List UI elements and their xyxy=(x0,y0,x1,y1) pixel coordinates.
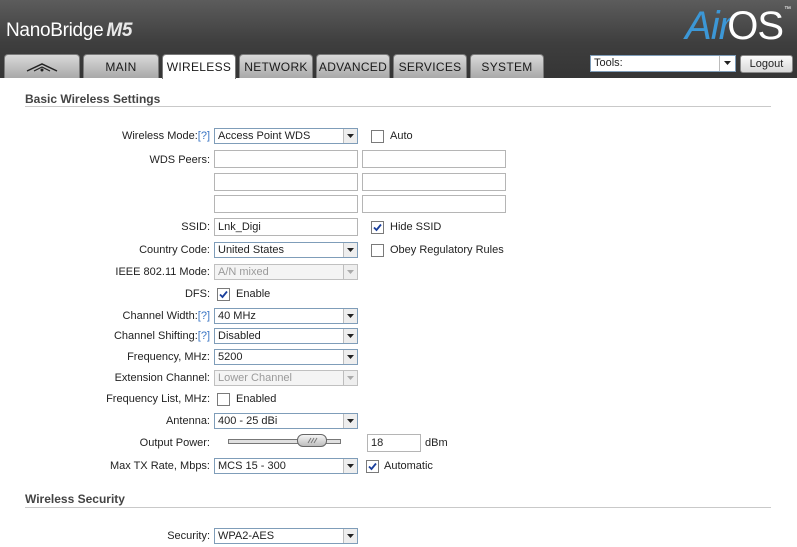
chevron-down-icon xyxy=(343,350,357,364)
chevron-down-icon[interactable] xyxy=(719,56,735,71)
airos-air-text: Air xyxy=(685,4,732,48)
chevron-down-icon xyxy=(343,265,357,279)
obey-regulatory-checkbox[interactable] xyxy=(371,244,384,257)
tab-network[interactable]: NETWORK xyxy=(239,54,313,78)
channel-width-help-link[interactable]: [?] xyxy=(198,310,210,322)
extension-channel-select: Lower Channel xyxy=(214,370,358,386)
device-brand: NanoBridge M5 xyxy=(6,20,132,42)
automatic-label: Automatic xyxy=(384,460,433,472)
frequency-list-checkbox[interactable] xyxy=(217,393,230,406)
checkmark-icon xyxy=(368,462,377,471)
country-code-label: Country Code: xyxy=(139,244,210,256)
frequency-select[interactable]: 5200 xyxy=(214,349,358,365)
obey-regulatory-label: Obey Regulatory Rules xyxy=(390,244,504,256)
brand-name: NanoBridge xyxy=(6,20,104,41)
wds-peer-input-2[interactable] xyxy=(362,150,506,168)
dfs-label: DFS: xyxy=(184,288,210,300)
channel-width-select[interactable]: 40 MHz xyxy=(214,308,358,324)
output-power-input[interactable]: 18 xyxy=(367,434,421,452)
checkmark-icon xyxy=(373,223,382,232)
max-tx-rate-label: Max TX Rate, Mbps: xyxy=(109,460,210,472)
security-select[interactable]: WPA2-AES xyxy=(214,528,358,544)
tab-advanced[interactable]: ADVANCED xyxy=(316,54,390,78)
section-divider xyxy=(25,507,771,508)
tab-ubiquiti-logo[interactable] xyxy=(4,54,80,78)
tab-system[interactable]: SYSTEM xyxy=(470,54,544,78)
tab-main[interactable]: MAIN xyxy=(83,54,159,78)
hide-ssid-label: Hide SSID xyxy=(390,221,442,233)
chevron-down-icon xyxy=(343,329,357,343)
output-power-unit: dBm xyxy=(425,437,448,449)
wireless-mode-help-link[interactable]: [?] xyxy=(198,130,210,142)
channel-shifting-label: Channel Shifting:[?] xyxy=(113,330,210,342)
channel-shifting-help-link[interactable]: [?] xyxy=(198,330,210,342)
ssid-label: SSID: xyxy=(181,221,210,233)
wds-peers-label: WDS Peers: xyxy=(149,154,210,166)
output-power-label: Output Power: xyxy=(139,437,210,449)
wds-peer-input-6[interactable] xyxy=(362,195,506,213)
tab-wireless[interactable]: WIRELESS xyxy=(162,54,236,79)
basic-wireless-heading: Basic Wireless Settings xyxy=(25,92,161,106)
logout-button[interactable]: Logout xyxy=(740,55,793,73)
hide-ssid-checkbox[interactable] xyxy=(371,221,384,234)
airos-logo: Air OS ™ xyxy=(663,4,791,48)
dfs-enable-label: Enable xyxy=(236,288,271,300)
wireless-security-heading: Wireless Security xyxy=(25,492,125,506)
frequency-list-enabled-label: Enabled xyxy=(236,393,277,405)
grip-icon xyxy=(307,437,318,444)
wireless-mode-label: Wireless Mode:[?] xyxy=(121,130,210,142)
tab-services[interactable]: SERVICES xyxy=(393,54,467,78)
ieee-mode-select: A/N mixed xyxy=(214,264,358,280)
tools-select[interactable]: Tools: xyxy=(590,55,736,72)
channel-width-label: Channel Width:[?] xyxy=(122,310,210,322)
top-header: NanoBridge M5 Air OS ™ MAIN WIRELESS NETW… xyxy=(0,0,797,79)
chevron-down-icon xyxy=(343,129,357,143)
security-label: Security: xyxy=(167,530,210,542)
chevron-down-icon xyxy=(343,371,357,385)
wds-peer-input-5[interactable] xyxy=(214,195,358,213)
tools-select-value: Tools: xyxy=(594,57,623,69)
section-divider xyxy=(25,106,771,107)
wds-peer-input-1[interactable] xyxy=(214,150,358,168)
ieee-mode-label: IEEE 802.11 Mode: xyxy=(115,266,210,278)
wireless-mode-select[interactable]: Access Point WDS xyxy=(214,128,358,144)
extension-channel-label: Extension Channel: xyxy=(114,372,210,384)
chevron-down-icon xyxy=(343,529,357,543)
auto-checkbox[interactable] xyxy=(371,130,384,143)
frequency-label: Frequency, MHz: xyxy=(127,351,210,363)
checkmark-icon xyxy=(219,290,228,299)
auto-label: Auto xyxy=(390,130,413,142)
country-code-select[interactable]: United States xyxy=(214,242,358,258)
antenna-label: Antenna: xyxy=(165,415,210,427)
chevron-down-icon xyxy=(343,243,357,257)
brand-model: M5 xyxy=(106,20,133,41)
chevron-down-icon xyxy=(343,309,357,323)
ssid-input[interactable]: Lnk_Digi xyxy=(214,218,358,236)
max-tx-rate-select[interactable]: MCS 15 - 300 xyxy=(214,458,358,474)
airos-os-text: OS xyxy=(727,4,784,48)
wds-peer-input-4[interactable] xyxy=(362,173,506,191)
trademark-symbol: ™ xyxy=(784,6,791,13)
channel-shifting-select[interactable]: Disabled xyxy=(214,328,358,344)
chevron-down-icon xyxy=(343,414,357,428)
main-tabs: MAIN WIRELESS NETWORK ADVANCED SERVICES … xyxy=(4,54,544,79)
frequency-list-label: Frequency List, MHz: xyxy=(106,393,210,405)
antenna-select[interactable]: 400 - 25 dBi xyxy=(214,413,358,429)
wds-peer-input-3[interactable] xyxy=(214,173,358,191)
automatic-checkbox[interactable] xyxy=(366,460,379,473)
ubiquiti-logo-icon xyxy=(26,62,58,72)
chevron-down-icon xyxy=(343,459,357,473)
output-power-slider-handle[interactable] xyxy=(297,434,327,447)
dfs-enable-checkbox[interactable] xyxy=(217,288,230,301)
